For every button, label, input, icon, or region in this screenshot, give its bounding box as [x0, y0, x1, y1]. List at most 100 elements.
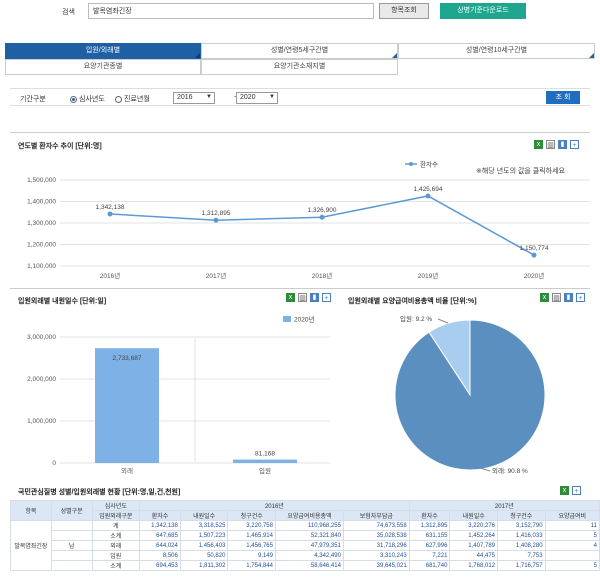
line-chart: 1,500,000 1,400,000 1,300,000 1,200,000 1,10…: [27, 160, 590, 280]
value-cell: 1,456,403: [179, 540, 229, 551]
value-cell: 631,155: [408, 530, 451, 541]
subheader-cell: 보험자부담금: [342, 510, 410, 521]
data-point[interactable]: [531, 252, 537, 258]
grid-icon[interactable]: ▥: [546, 140, 555, 149]
subheader-cell: 내원일수: [449, 510, 498, 521]
y-tick-label: 0: [52, 460, 56, 467]
bar[interactable]: [95, 348, 159, 463]
pie-slice[interactable]: [394, 319, 546, 471]
series-line: [109, 195, 535, 256]
pie-label: 입원: 9.2 %: [400, 314, 432, 323]
line-panel-border: [10, 132, 590, 133]
value-cell: 3,220,758: [227, 520, 276, 531]
y-tick-label: 2,000,000: [27, 376, 56, 383]
table-row: 소계 647,685 1,507,223 1,465,914 52,321,840 35,…: [11, 530, 600, 541]
value-cell: 47,979,351: [274, 540, 344, 551]
value-cell: 644,024: [139, 540, 181, 551]
year-from-value: 2016: [177, 94, 193, 101]
value-cell: 1,416,033: [497, 530, 546, 541]
value-cell: 7,221: [408, 550, 451, 561]
data-label: 1,150,774: [520, 245, 549, 252]
data-label: 1,342,138: [96, 204, 125, 211]
filter-row: 기간구분 심사년도 진료년월 2016▼ ~ 2020▼ 조 회: [10, 88, 590, 106]
x-tick-label: 외래: [121, 466, 133, 475]
expand-icon[interactable]: +: [322, 293, 331, 302]
bar-chart-icon[interactable]: ▮: [310, 293, 319, 302]
value-cell: 11: [544, 520, 600, 531]
value-cell: 35,028,538: [342, 530, 410, 541]
tab-gender-age5[interactable]: 성별/연령5세구간별: [201, 43, 398, 59]
excel-icon[interactable]: x: [534, 140, 543, 149]
tab-label: 요양기관소재지별: [273, 63, 326, 70]
period-label: 기간구분: [20, 96, 46, 103]
subheader-cell: 요양급여비용총액: [274, 510, 344, 521]
chevron-down-icon: ▼: [269, 94, 275, 100]
radio-label: 진료년월: [124, 96, 150, 103]
tab-inpatient-outpatient[interactable]: 입원/외래별: [5, 43, 201, 59]
data-point[interactable]: [319, 214, 325, 220]
y-tick-label: 1,100,000: [27, 263, 56, 270]
value-cell: 8,506: [139, 550, 181, 561]
value-cell: 3,220,276: [449, 520, 498, 531]
value-cell: 44,475: [449, 550, 498, 561]
lower-panel-border: [10, 288, 590, 289]
data-point[interactable]: [107, 211, 113, 217]
table-tools: x +: [560, 486, 581, 495]
gender-cell: [50, 560, 93, 571]
value-cell: 1,465,914: [227, 530, 276, 541]
value-cell: 1,452,264: [449, 530, 498, 541]
tab-label: 성별/연령10세구간별: [465, 47, 528, 54]
value-cell: 58,646,414: [274, 560, 344, 571]
data-point[interactable]: [425, 193, 431, 199]
table-row: 소계 694,453 1,811,302 1,754,844 58,646,414 39,…: [11, 560, 600, 571]
download-button[interactable]: 상병기준다운로드: [440, 3, 526, 19]
subheader-cell: 환자수: [408, 510, 451, 521]
excel-icon[interactable]: x: [560, 486, 569, 495]
value-cell: 4,342,490: [274, 550, 344, 561]
legend-marker: [409, 162, 413, 166]
line-chart-tools: x ▥ ▮ +: [534, 140, 579, 149]
bar[interactable]: [233, 459, 297, 463]
bar-chart-icon[interactable]: ▮: [564, 293, 573, 302]
tab-corner: [195, 53, 200, 58]
tab-institution-type[interactable]: 요양기관종별: [5, 59, 201, 75]
data-point[interactable]: [213, 217, 219, 223]
excel-icon[interactable]: x: [286, 293, 295, 302]
subheader-cell: 요양급여비: [544, 510, 600, 521]
item-cell: 발목염좌긴장: [10, 520, 52, 571]
type-cell: 외래: [91, 540, 141, 551]
header-gender: 성별구분: [50, 500, 93, 521]
search-input[interactable]: [88, 3, 374, 19]
year-from-select[interactable]: 2016 ▼: [173, 92, 215, 104]
data-label: 1,312,895: [202, 210, 231, 217]
chevron-down-icon: ▼: [206, 94, 212, 100]
value-cell: 9,149: [227, 550, 276, 561]
radio-treatment-month[interactable]: 진료년월: [115, 94, 150, 104]
data-table: 항목 성별구분 심사년도 2016년 2017년 입원외래구분 환자수 내원일수…: [10, 500, 600, 571]
tab-corner: [392, 53, 397, 58]
bar-chart-icon[interactable]: ▮: [558, 140, 567, 149]
subheader-cell: 청구건수: [227, 510, 276, 521]
value-cell: 1,456,765: [227, 540, 276, 551]
y-tick-label: 1,400,000: [27, 199, 56, 206]
expand-icon[interactable]: +: [576, 293, 585, 302]
excel-icon[interactable]: x: [540, 293, 549, 302]
bar-value-label: 81,168: [255, 451, 275, 458]
value-cell: 3,310,243: [342, 550, 410, 561]
tab-label: 요양기관종별: [83, 63, 123, 70]
expand-icon[interactable]: +: [570, 140, 579, 149]
value-cell: 50,820: [179, 550, 229, 561]
x-tick-label: 2020년: [524, 271, 544, 280]
tab-institution-region[interactable]: 요양기관소재지별: [201, 59, 398, 75]
query-button[interactable]: 조 회: [546, 91, 580, 104]
y-tick-label: 1,200,000: [27, 242, 56, 249]
expand-icon[interactable]: +: [572, 486, 581, 495]
radio-review-year[interactable]: 심사년도: [70, 94, 105, 104]
grid-icon[interactable]: ▥: [552, 293, 561, 302]
lookup-button[interactable]: 항목조회: [379, 3, 429, 19]
value-cell: 1,407,789: [449, 540, 498, 551]
x-tick-label: 2017년: [206, 271, 226, 280]
grid-icon[interactable]: ▥: [298, 293, 307, 302]
year-to-select[interactable]: 2020 ▼: [236, 92, 278, 104]
tab-gender-age10[interactable]: 성별/연령10세구간별: [398, 43, 595, 59]
